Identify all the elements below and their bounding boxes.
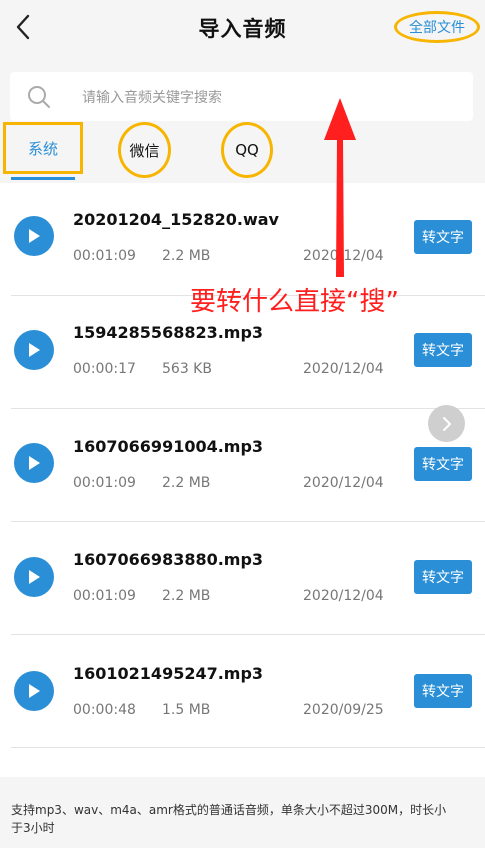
play-icon (29, 343, 40, 357)
file-duration: 00:01:09 (73, 475, 136, 491)
tab-qq[interactable]: QQ (221, 122, 273, 178)
play-button[interactable] (14, 557, 54, 597)
file-name: 1594285568823.mp3 (73, 323, 264, 342)
play-icon (29, 570, 40, 584)
file-duration: 00:00:17 (73, 361, 136, 377)
source-tabs: 系统 微信 QQ (0, 122, 485, 182)
file-name: 20201204_152820.wav (73, 210, 279, 229)
file-size: 563 KB (162, 361, 212, 377)
file-duration: 00:01:09 (73, 588, 136, 604)
file-date: 2020/12/04 (303, 248, 384, 264)
annotation-label: 要转什么直接“搜” (190, 287, 399, 317)
convert-to-text-button[interactable]: 转文字 (414, 560, 472, 594)
search-icon (28, 86, 50, 108)
play-button[interactable] (14, 216, 54, 256)
file-duration: 00:00:48 (73, 702, 136, 718)
active-tab-indicator (11, 177, 75, 180)
scroll-next-button[interactable] (428, 405, 465, 442)
list-item[interactable]: 1607066983880.mp3 00:01:09 2.2 MB 2020/1… (0, 522, 485, 635)
chevron-right-icon (442, 416, 451, 431)
file-name: 1601021495247.mp3 (73, 664, 264, 683)
file-date: 2020/09/25 (303, 702, 384, 718)
header: 导入音频 全部文件 (0, 0, 485, 56)
play-button[interactable] (14, 330, 54, 370)
play-button[interactable] (14, 443, 54, 483)
convert-to-text-button[interactable]: 转文字 (414, 674, 472, 708)
search-bar[interactable]: 请输入音频关键字搜索 (10, 72, 473, 121)
play-icon (29, 229, 40, 243)
play-icon (29, 456, 40, 470)
search-input[interactable]: 请输入音频关键字搜索 (82, 87, 222, 107)
file-date: 2020/12/04 (303, 361, 384, 377)
play-button[interactable] (14, 671, 54, 711)
all-files-button[interactable]: 全部文件 (394, 11, 480, 43)
tab-system[interactable]: 系统 (3, 122, 83, 174)
file-date: 2020/12/04 (303, 588, 384, 604)
list-item[interactable]: 20201204_152820.wav 00:01:09 2.2 MB 2020… (0, 183, 485, 296)
convert-to-text-button[interactable]: 转文字 (414, 220, 472, 254)
tab-wechat[interactable]: 微信 (118, 122, 171, 178)
file-name: 1607066983880.mp3 (73, 550, 264, 569)
file-size: 1.5 MB (162, 702, 211, 718)
file-size: 2.2 MB (162, 248, 211, 264)
file-name: 1607066991004.mp3 (73, 437, 264, 456)
file-date: 2020/12/04 (303, 475, 384, 491)
audio-file-list: 20201204_152820.wav 00:01:09 2.2 MB 2020… (0, 183, 485, 777)
list-item[interactable]: 1601021495247.mp3 00:00:48 1.5 MB 2020/0… (0, 635, 485, 748)
convert-to-text-button[interactable]: 转文字 (414, 447, 472, 481)
file-size: 2.2 MB (162, 475, 211, 491)
list-item[interactable]: 1607066991004.mp3 00:01:09 2.2 MB 2020/1… (0, 409, 485, 522)
divider (11, 747, 485, 748)
supported-formats-note: 支持mp3、wav、m4a、amr格式的普通话音频，单条大小不超过300M，时长… (11, 803, 447, 835)
file-duration: 00:01:09 (73, 248, 136, 264)
play-icon (29, 684, 40, 698)
convert-to-text-button[interactable]: 转文字 (414, 333, 472, 367)
file-size: 2.2 MB (162, 588, 211, 604)
footer: 支持mp3、wav、m4a、amr格式的普通话音频，单条大小不超过300M，时长… (0, 777, 485, 848)
